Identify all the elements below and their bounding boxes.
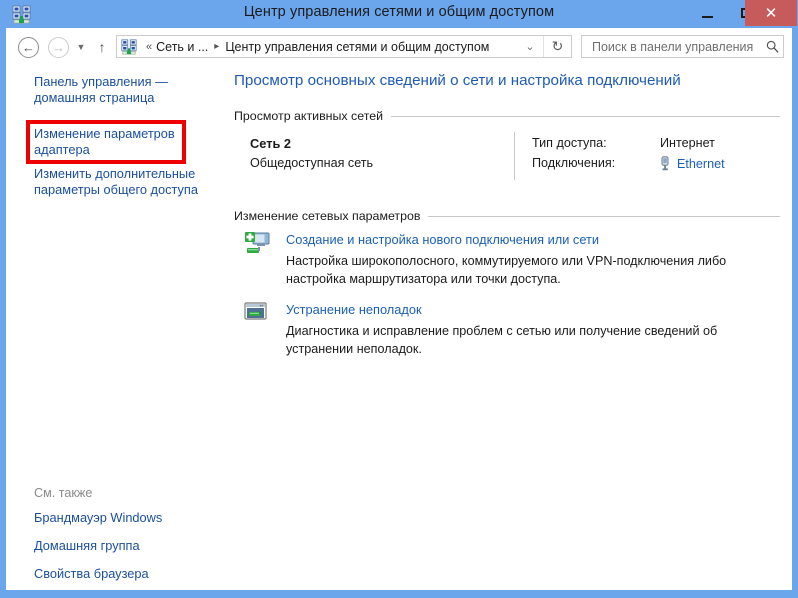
sidebar-item-control-panel-home[interactable]: Панель управления — домашняя страница: [34, 74, 210, 106]
see-also-heading: См. также: [34, 486, 93, 500]
connection-link-ethernet[interactable]: Ethernet: [677, 157, 725, 171]
address-dropdown-button[interactable]: ⌄: [519, 36, 541, 57]
close-icon: ✕: [764, 4, 778, 22]
troubleshoot-icon: [244, 301, 272, 327]
network-name: Сеть 2: [250, 136, 291, 151]
refresh-button[interactable]: ↻: [543, 36, 571, 57]
breadcrumb-overflow-icon[interactable]: «: [146, 41, 152, 53]
main-panel: Просмотр основных сведений о сети и наст…: [218, 66, 792, 590]
breadcrumb-item-current[interactable]: Центр управления сетями и общим доступом: [225, 40, 489, 54]
chevron-down-icon: ▼: [76, 42, 86, 52]
connections-label: Подключения:: [532, 156, 616, 170]
sidebar-item-advanced-sharing-settings[interactable]: Изменить дополнительные параметры общего…: [34, 166, 210, 198]
see-also-item-windows-firewall[interactable]: Брандмауэр Windows: [34, 510, 162, 525]
new-connection-icon: [244, 231, 272, 257]
window-title: Центр управления сетями и общим доступом: [243, 4, 555, 20]
description-create-new-connection: Настройка широкополосного, коммутируемог…: [286, 254, 727, 286]
access-type-value: Интернет: [660, 136, 715, 150]
network-type: Общедоступная сеть: [250, 156, 374, 170]
section-divider: [428, 215, 780, 217]
address-bar[interactable]: « Сеть и ... ▸ Центр управления сетями и…: [116, 35, 572, 58]
minimize-icon: [701, 15, 713, 19]
search-box[interactable]: [581, 35, 784, 58]
back-button[interactable]: ←: [18, 37, 39, 58]
content-area: Панель управления — домашняя страница Из…: [6, 66, 792, 590]
see-also-item-internet-options[interactable]: Свойства браузера: [34, 566, 149, 581]
see-also-item-homegroup[interactable]: Домашняя группа: [34, 538, 140, 553]
breadcrumb-item-network[interactable]: Сеть и ...: [156, 40, 208, 54]
search-icon: [761, 40, 783, 53]
vertical-divider: [514, 132, 515, 180]
access-type-label: Тип доступа:: [532, 136, 607, 150]
chevron-down-icon: ⌄: [525, 41, 535, 53]
connection-entry[interactable]: Ethernet: [658, 156, 725, 171]
recent-locations-button[interactable]: ▼: [74, 41, 88, 53]
navigation-bar: ← → ▼ ↑ « Сеть и ... ▸ Центр управления …: [6, 28, 792, 66]
section-header-active-networks: Просмотр активных сетей: [234, 108, 782, 124]
sidebar: Панель управления — домашняя страница Из…: [6, 66, 218, 590]
title-bar: Центр управления сетями и общим доступом…: [0, 0, 798, 28]
network-sharing-icon: [121, 38, 137, 55]
arrow-up-icon: ↑: [98, 39, 106, 55]
forward-button[interactable]: →: [48, 37, 69, 58]
section-title-active-networks: Просмотр активных сетей: [234, 109, 384, 123]
search-input[interactable]: [590, 38, 761, 55]
section-divider: [391, 115, 780, 117]
breadcrumb-separator-icon[interactable]: ▸: [214, 41, 219, 52]
section-title-change-settings: Изменение сетевых параметров: [234, 209, 421, 223]
back-arrow-icon: ←: [22, 40, 35, 55]
link-create-new-connection[interactable]: Создание и настройка нового подключения …: [286, 232, 599, 247]
forward-arrow-icon: →: [52, 40, 65, 55]
link-troubleshoot-problems[interactable]: Устранение неполадок: [286, 302, 422, 317]
network-sharing-center-window: Центр управления сетями и общим доступом…: [0, 0, 798, 598]
minimize-button[interactable]: [687, 0, 727, 26]
close-button[interactable]: ✕: [745, 0, 797, 26]
up-one-level-button[interactable]: ↑: [94, 39, 110, 55]
page-title: Просмотр основных сведений о сети и наст…: [234, 72, 681, 89]
description-troubleshoot-problems: Диагностика и исправление проблем с сеть…: [286, 324, 718, 356]
ethernet-plug-icon: [658, 156, 672, 171]
refresh-icon: ↻: [551, 38, 564, 54]
sidebar-item-change-adapter-settings[interactable]: Изменение параметров адаптера: [34, 126, 210, 158]
section-header-change-settings: Изменение сетевых параметров: [234, 208, 782, 224]
